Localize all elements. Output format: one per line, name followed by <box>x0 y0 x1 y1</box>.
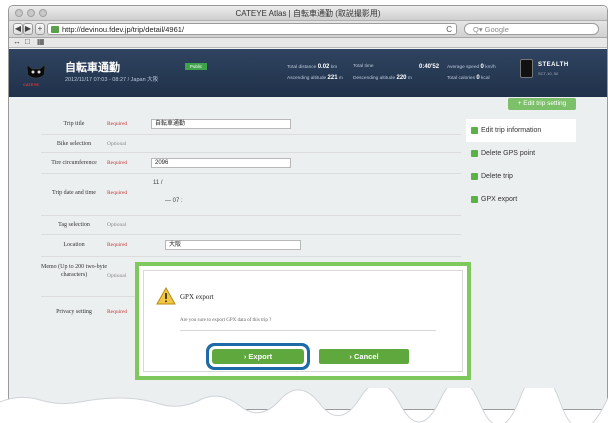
dialog-message: Are you sure to export GPX data of this … <box>180 318 272 323</box>
dialog-body: GPX export Are you sure to export GPX da… <box>143 270 463 372</box>
dialog-divider <box>180 330 436 331</box>
dialog-overlay: GPX export Are you sure to export GPX da… <box>0 0 608 423</box>
warning-icon <box>156 287 176 305</box>
dialog-title: GPX export <box>180 293 214 301</box>
gpx-export-dialog: GPX export Are you sure to export GPX da… <box>135 262 471 380</box>
export-button[interactable]: › Export <box>212 349 304 364</box>
torn-edge <box>0 388 608 423</box>
cancel-button[interactable]: › Cancel <box>319 349 409 364</box>
